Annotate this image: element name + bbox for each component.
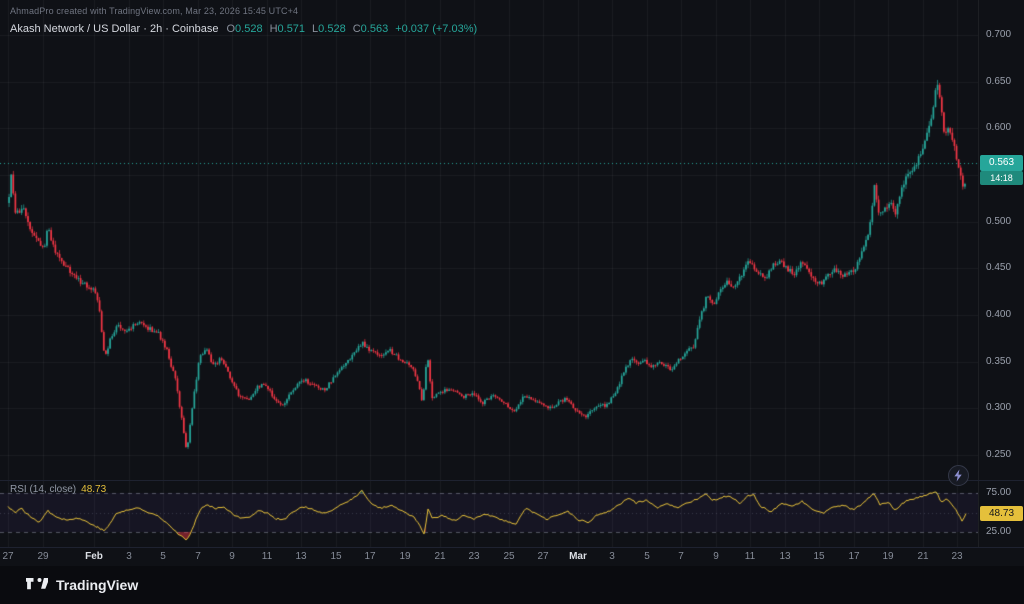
time-tick-label: 5 bbox=[160, 551, 166, 562]
pane-separator[interactable] bbox=[0, 480, 1024, 481]
high-value: H0.571 bbox=[270, 23, 305, 35]
time-tick-month-label: Feb bbox=[85, 551, 103, 562]
rsi-level-label: 25.00 bbox=[986, 526, 1011, 538]
price-tick-label: 0.400 bbox=[986, 309, 1011, 321]
price-tick-label: 0.450 bbox=[986, 262, 1011, 274]
time-tick-label: 25 bbox=[503, 551, 514, 562]
time-tick-label: 27 bbox=[2, 551, 13, 562]
time-tick-label: 9 bbox=[713, 551, 719, 562]
time-tick-label: 17 bbox=[848, 551, 859, 562]
low-number: 0.528 bbox=[318, 23, 346, 35]
rsi-value-badge: 48.73 bbox=[980, 506, 1023, 521]
chart-legend: Akash Network / US Dollar · 2h · Coinbas… bbox=[10, 23, 477, 35]
high-number: 0.571 bbox=[278, 23, 306, 35]
price-tick-label: 0.600 bbox=[986, 122, 1011, 134]
close-label: C bbox=[353, 23, 361, 35]
time-tick-label: 29 bbox=[37, 551, 48, 562]
quick-action-button[interactable] bbox=[948, 465, 969, 486]
lightning-icon bbox=[953, 469, 964, 482]
rsi-legend: RSI (14, close) 48.73 bbox=[10, 484, 106, 495]
tradingview-chart-app: AhmadPro created with TradingView.com, M… bbox=[0, 0, 1024, 604]
tradingview-logo[interactable]: TradingView bbox=[26, 577, 138, 593]
change-value: +0.037 (+7.03%) bbox=[395, 23, 477, 35]
time-tick-label: 13 bbox=[779, 551, 790, 562]
ohlc-values: O0.528 H0.571 L0.528 C0.563 +0.037 (+7.0… bbox=[226, 23, 477, 35]
time-tick-label: 15 bbox=[330, 551, 341, 562]
rsi-level-label: 75.00 bbox=[986, 487, 1011, 499]
price-axis[interactable]: 0.7000.6500.6000.5500.5000.4500.4000.350… bbox=[978, 0, 1024, 547]
time-axis[interactable]: 27 29 Feb 3 5 7 9 11 13 15 17 19 21 23 25 27 Mar 3 5 7 9 11 13… bbox=[0, 547, 1024, 566]
tradingview-logo-icon bbox=[26, 578, 48, 593]
current-price-badge: 0.563 bbox=[980, 155, 1023, 171]
close-value: C0.563 bbox=[353, 23, 388, 35]
time-tick-label: 11 bbox=[745, 551, 755, 562]
time-tick-label: 21 bbox=[434, 551, 445, 562]
time-tick-label: 15 bbox=[813, 551, 824, 562]
open-value: O0.528 bbox=[226, 23, 262, 35]
close-number: 0.563 bbox=[361, 23, 389, 35]
time-tick-label: 23 bbox=[468, 551, 479, 562]
price-tick-label: 0.350 bbox=[986, 356, 1011, 368]
time-tick-label: 7 bbox=[678, 551, 684, 562]
time-tick-label: 17 bbox=[364, 551, 375, 562]
attribution-watermark: AhmadPro created with TradingView.com, M… bbox=[10, 6, 298, 16]
time-tick-month-label: Mar bbox=[569, 551, 587, 562]
time-tick-label: 5 bbox=[644, 551, 650, 562]
symbol-title[interactable]: Akash Network / US Dollar · 2h · Coinbas… bbox=[10, 23, 218, 35]
time-tick-label: 19 bbox=[882, 551, 893, 562]
bar-countdown-badge: 14:18 bbox=[980, 171, 1023, 185]
bottom-toolbar: TradingView bbox=[0, 566, 1024, 604]
rsi-title[interactable]: RSI (14, close) bbox=[10, 484, 76, 495]
time-tick-label: 3 bbox=[126, 551, 132, 562]
time-tick-label: 3 bbox=[609, 551, 615, 562]
price-tick-label: 0.650 bbox=[986, 76, 1011, 88]
tradingview-logo-text: TradingView bbox=[56, 577, 138, 593]
time-tick-label: 21 bbox=[917, 551, 928, 562]
open-number: 0.528 bbox=[235, 23, 263, 35]
rsi-current-value: 48.73 bbox=[81, 484, 106, 495]
price-chart-canvas[interactable] bbox=[0, 0, 978, 480]
time-tick-label: 19 bbox=[399, 551, 410, 562]
rsi-pane-canvas[interactable] bbox=[0, 481, 978, 547]
price-tick-label: 0.250 bbox=[986, 449, 1011, 461]
low-value: L0.528 bbox=[312, 23, 346, 35]
time-tick-label: 23 bbox=[951, 551, 962, 562]
time-tick-label: 13 bbox=[295, 551, 306, 562]
time-tick-label: 27 bbox=[537, 551, 548, 562]
high-label: H bbox=[270, 23, 278, 35]
open-label: O bbox=[226, 23, 235, 35]
time-tick-label: 7 bbox=[195, 551, 201, 562]
price-tick-label: 0.300 bbox=[986, 402, 1011, 414]
price-tick-label: 0.500 bbox=[986, 216, 1011, 228]
time-tick-label: 11 bbox=[262, 551, 272, 562]
price-tick-label: 0.700 bbox=[986, 29, 1011, 41]
time-tick-label: 9 bbox=[229, 551, 235, 562]
